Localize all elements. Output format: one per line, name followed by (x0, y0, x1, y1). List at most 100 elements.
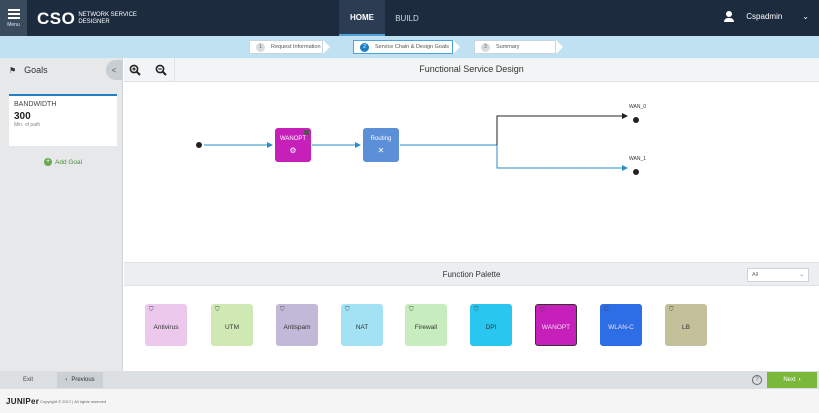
goals-title: Goals (24, 65, 48, 75)
menu-button[interactable]: Menu (0, 0, 27, 36)
menu-label: Menu (7, 21, 20, 28)
step-number: 3 (481, 42, 490, 52)
previous-label: Previous (71, 377, 95, 383)
brand-sub: NETWORK SERVICE DESIGNER (78, 12, 137, 25)
top-bar: Menu CSO NETWORK SERVICE DESIGNER HOME B… (0, 0, 819, 36)
endpoint-label-wan0: WAN_0 (629, 104, 647, 110)
shield-icon: ⛉ (280, 307, 285, 313)
wizard-stepper: 1 Request Information 2 Service Chain & … (0, 36, 819, 58)
step-service-chain[interactable]: 2 Service Chain & Design Goals (353, 40, 453, 54)
user-menu[interactable]: Cspadmin ⌄ (724, 11, 809, 22)
shield-icon: ⛉ (409, 307, 414, 313)
next-label: Next (783, 377, 796, 383)
goal-value: 300 (14, 111, 31, 122)
node-corner-handle[interactable] (304, 130, 309, 135)
node-label: Routing (370, 135, 392, 142)
step-label: Service Chain & Design Goals (375, 44, 449, 50)
palette-item-firewall[interactable]: ⛉ Firewall (405, 304, 447, 346)
palette-title: Function Palette (442, 270, 501, 279)
add-goal-button[interactable]: + Add Goal (44, 158, 82, 166)
palette-filter-value: All (752, 272, 759, 278)
arrows-icon: ✕ (377, 145, 385, 155)
exit-button[interactable]: Exit (0, 372, 56, 388)
goals-header: ⚑ Goals < (0, 58, 122, 82)
hamburger-icon (7, 8, 20, 19)
endpoint-wan0[interactable] (633, 117, 639, 123)
design-canvas[interactable]: WANOPT ⚙ Routing ✕ WAN_0 WAN_1 (124, 82, 819, 262)
palette-item-wanopt[interactable]: ⛉ WANOPT (535, 304, 577, 346)
palette-item-lb[interactable]: ⛉ LB (665, 304, 707, 346)
step-arrow (556, 40, 563, 54)
palette-item-label: Antispam (283, 323, 311, 331)
goal-title: BANDWIDTH (14, 101, 57, 108)
app-logo: CSO NETWORK SERVICE DESIGNER (37, 9, 138, 29)
shield-icon: ⛉ (215, 307, 220, 313)
source-endpoint[interactable] (196, 142, 202, 148)
page-footer: JUNIPer Copyright © 2017 | All rights re… (0, 389, 819, 413)
node-wanopt[interactable]: WANOPT ⚙ (275, 128, 311, 162)
plus-icon: + (44, 158, 52, 166)
node-label: WANOPT (279, 135, 307, 142)
copyright-text: Copyright © 2017 | All rights reserved (40, 399, 107, 404)
palette-item-label: WANOPT (541, 323, 571, 331)
palette-item-dpi[interactable]: ⛉ DPI (470, 304, 512, 346)
chevron-down-icon: ⌄ (799, 272, 804, 278)
step-arrow (323, 40, 330, 54)
function-palette: ⛉ Antivirus ⛉ UTM ⛉ Antispam ⛉ NAT ⛉ Fir… (124, 286, 819, 371)
step-number: 1 (256, 42, 265, 52)
palette-item-label: NAT (355, 323, 369, 331)
link-line (496, 145, 628, 171)
palette-item-label: LB (682, 323, 690, 331)
palette-item-label: UTM (224, 323, 240, 331)
step-arrow (453, 40, 460, 54)
step-request-information[interactable]: 1 Request Information (249, 40, 323, 54)
palette-item-utm[interactable]: ⛉ UTM (211, 304, 253, 346)
shield-icon: ⛉ (540, 308, 545, 314)
user-icon (724, 11, 735, 22)
gear-icon: ⚙ (289, 145, 297, 155)
step-number: 2 (360, 42, 369, 52)
function-palette-header: Function Palette All ⌄ (124, 262, 819, 286)
chevron-left-icon: ‹ (65, 377, 68, 383)
collapse-sidebar-button[interactable]: < (106, 60, 122, 80)
previous-button[interactable]: ‹ Previous (57, 372, 103, 388)
step-label: Request Information (271, 44, 321, 50)
palette-item-label: DPI (485, 323, 497, 331)
tab-home[interactable]: HOME (339, 0, 385, 36)
palette-item-wlan-c[interactable]: ⛉ WLAN-C (600, 304, 642, 346)
shield-icon: ⛉ (345, 307, 350, 313)
shield-icon: ⛉ (669, 307, 674, 313)
shield-icon: ⛉ (604, 307, 609, 313)
link-line (496, 113, 628, 145)
goals-icon: ⚑ (9, 65, 17, 75)
goal-card-bandwidth[interactable]: BANDWIDTH 300 Min. of path (9, 94, 117, 146)
brand-main: CSO (37, 9, 76, 28)
next-button[interactable]: Next › (767, 372, 817, 388)
step-summary[interactable]: 3 Summary (474, 40, 556, 54)
canvas-toolbar: Functional Service Design (124, 58, 819, 82)
node-routing[interactable]: Routing ✕ (363, 128, 399, 162)
palette-filter-select[interactable]: All ⌄ (747, 268, 809, 282)
palette-item-label: Firewall (414, 323, 438, 331)
help-icon[interactable]: ? (752, 375, 762, 385)
shield-icon: ⛉ (149, 307, 154, 313)
goals-sidebar: ⚑ Goals < BANDWIDTH 300 Min. of path + A… (0, 58, 123, 371)
chevron-down-icon: ⌄ (802, 12, 809, 21)
palette-item-nat[interactable]: ⛉ NAT (341, 304, 383, 346)
palette-item-label: WLAN-C (608, 323, 634, 331)
add-goal-label: Add Goal (55, 158, 83, 166)
endpoint-wan1[interactable] (633, 169, 639, 175)
shield-icon: ⛉ (474, 307, 479, 313)
goal-subtitle: Min. of path (14, 122, 41, 128)
canvas-title: Functional Service Design (419, 64, 524, 74)
endpoint-label-wan1: WAN_1 (629, 156, 647, 162)
juniper-logo: JUNIPer (6, 397, 40, 406)
step-label: Summary (496, 44, 520, 50)
connection-lines (204, 113, 628, 171)
palette-item-antivirus[interactable]: ⛉ Antivirus (145, 304, 187, 346)
palette-item-antispam[interactable]: ⛉ Antispam (276, 304, 318, 346)
chevron-right-icon: › (798, 377, 801, 383)
palette-item-label: Antivirus (153, 323, 179, 331)
wizard-footer: Exit ‹ Previous ? Next › (0, 371, 819, 389)
tab-build[interactable]: BUILD (388, 0, 426, 36)
